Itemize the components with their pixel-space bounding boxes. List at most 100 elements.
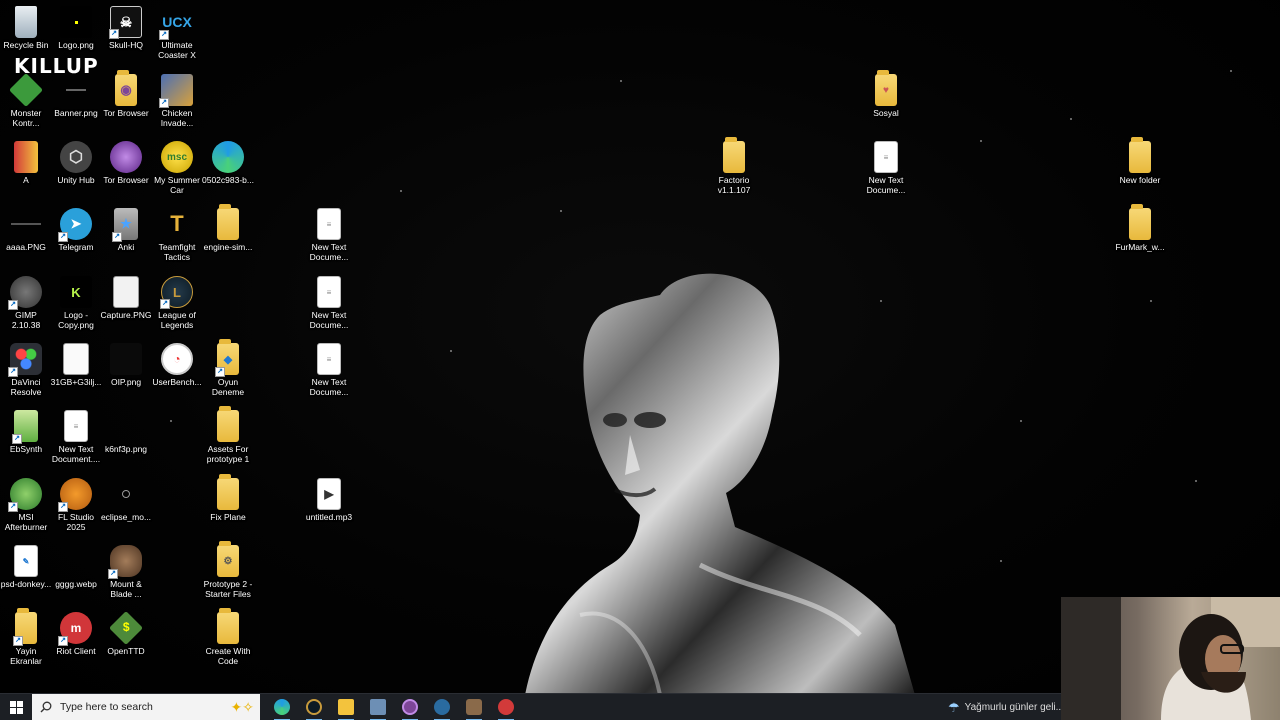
image-file-icon bbox=[10, 208, 42, 240]
desktop-icon-league-of-legends[interactable]: L ↗ League of Legends bbox=[151, 276, 203, 330]
desktop-icon-eclipse[interactable]: eclipse_mo... bbox=[100, 478, 152, 522]
taskbar-search-box[interactable]: Type here to search ✦✧ bbox=[32, 693, 260, 720]
desktop-icon-msi-afterburner[interactable]: ↗ MSI Afterburner bbox=[0, 478, 52, 532]
desktop-icon-riot-client[interactable]: m ↗ Riot Client bbox=[50, 612, 102, 656]
icon-label: FL Studio 2025 bbox=[57, 512, 95, 532]
desktop-icon-davinci-resolve[interactable]: ↗ DaVinci Resolve bbox=[0, 343, 52, 397]
icon-label: FurMark_w... bbox=[1115, 242, 1165, 252]
speedometer-icon: ◔ bbox=[161, 343, 193, 375]
desktop-icon-yayin-ekranlar[interactable]: ↗ Yayin Ekranlar bbox=[0, 608, 52, 666]
desktop-icon-telegram[interactable]: ➤ ↗ Telegram bbox=[50, 208, 102, 252]
desktop-icon-unity-hub[interactable]: ⬡ Unity Hub bbox=[50, 141, 102, 185]
desktop-icon-fix-plane[interactable]: Fix Plane bbox=[202, 474, 254, 522]
desktop-icon-new-text-document-2[interactable]: ≡ New Text Docume... bbox=[303, 276, 355, 330]
desktop-icon-create-with-code[interactable]: Create With Code bbox=[202, 608, 254, 666]
icon-label: engine-sim... bbox=[203, 242, 253, 252]
desktop-icon-gggg-webp[interactable]: gggg.webp bbox=[50, 545, 102, 589]
chicken-invaders-icon: ↗ bbox=[159, 74, 193, 108]
text-document-icon: ≡ bbox=[317, 343, 341, 375]
taskbar-tor[interactable] bbox=[394, 694, 426, 720]
icon-label: Monster Kontr... bbox=[10, 108, 42, 128]
icon-label: Yayin Ekranlar bbox=[10, 646, 42, 666]
desktop-icon-skull-hq[interactable]: ☠ ↗ Skull-HQ bbox=[100, 6, 152, 50]
taskbar-edge[interactable] bbox=[266, 694, 298, 720]
desktop-icon-userbench[interactable]: ◔ UserBench... bbox=[151, 343, 203, 387]
icon-label: Chicken Invade... bbox=[160, 108, 194, 128]
desktop-icon-31gb[interactable]: 31GB+G3ilj... bbox=[50, 343, 102, 387]
icon-label: DaVinci Resolve bbox=[10, 377, 42, 397]
taskbar-league[interactable] bbox=[298, 694, 330, 720]
desktop-icon-assets-for-prototype-1[interactable]: Assets For prototype 1 bbox=[202, 406, 254, 464]
desktop-icon-chicken-invaders[interactable]: ↗ Chicken Invade... bbox=[151, 74, 203, 128]
desktop-icon-logo-copy[interactable]: K Logo - Copy.png bbox=[50, 276, 102, 330]
folder-icon: ⚙ bbox=[217, 541, 239, 577]
desktop-icon-aaaa-png[interactable]: aaaa.PNG bbox=[0, 208, 52, 252]
desktop-icon-psd-donkey[interactable]: ✎ psd-donkey... bbox=[0, 545, 52, 589]
desktop-icon-prototype-2[interactable]: ⚙ Prototype 2 - Starter Files bbox=[202, 541, 254, 599]
desktop-icon-tor-browser-2[interactable]: Tor Browser bbox=[100, 141, 152, 185]
folder-icon: ◆ ↗ bbox=[215, 339, 239, 377]
desktop-icon-a[interactable]: A bbox=[0, 141, 52, 185]
desktop-icon-gimp[interactable]: ↗ GIMP 2.10.38 bbox=[0, 276, 52, 330]
desktop-icon-new-text-document-5[interactable]: ≡ New Text Docume... bbox=[860, 141, 912, 195]
desktop-icon-0502c983[interactable]: 0502c983-b... bbox=[202, 141, 254, 185]
gimp-icon: ↗ bbox=[8, 276, 42, 310]
taskbar-photos[interactable] bbox=[362, 694, 394, 720]
text-document-icon: ≡ bbox=[317, 276, 341, 308]
desktop-icon-furmark[interactable]: FurMark_w... bbox=[1114, 204, 1166, 252]
text-document-icon: ≡ bbox=[317, 208, 341, 240]
desktop-icon-ebsynth[interactable]: ↗ EbSynth bbox=[0, 410, 52, 454]
taskbar-file-explorer[interactable] bbox=[330, 694, 362, 720]
desktop-icon-factorio[interactable]: Factorio v1.1.107 bbox=[708, 137, 760, 195]
icon-label: OIP.png bbox=[110, 377, 142, 387]
msi-afterburner-icon: ↗ bbox=[8, 478, 42, 512]
icon-label: League of Legends bbox=[158, 310, 196, 330]
icon-label: gggg.webp bbox=[55, 579, 97, 589]
icon-label: EbSynth bbox=[9, 444, 43, 454]
desktop-icon-teamfight-tactics[interactable]: T Teamfight Tactics bbox=[151, 208, 203, 262]
desktop-icon-logo-png[interactable]: Logo.png bbox=[50, 6, 102, 50]
desktop-icon-engine-sim[interactable]: engine-sim... bbox=[202, 204, 254, 252]
desktop-icon-new-folder[interactable]: New folder bbox=[1114, 137, 1166, 185]
desktop-icon-k6nf3p-png[interactable]: k6nf3p.png bbox=[100, 410, 152, 454]
desktop-icon-anki[interactable]: ★ ↗ Anki bbox=[100, 208, 152, 252]
image-file-icon: K bbox=[60, 276, 92, 308]
desktop-icon-new-text-document-3[interactable]: ≡ New Text Docume... bbox=[303, 343, 355, 397]
taskbar-red-app[interactable] bbox=[490, 694, 522, 720]
weather-widget[interactable]: ☂ Yağmurlu günler geli... bbox=[948, 694, 1064, 720]
monster-icon bbox=[9, 73, 43, 107]
desktop-icon-openttd[interactable]: $ OpenTTD bbox=[100, 611, 152, 656]
icon-label: New Text Docume... bbox=[309, 377, 349, 397]
start-button[interactable] bbox=[0, 694, 32, 720]
desktop-icon-new-text-document-1[interactable]: ≡ New Text Docume... bbox=[303, 208, 355, 262]
desktop-icon-mount-blade[interactable]: ↗ Mount & Blade ... bbox=[100, 545, 152, 599]
icon-label: psd-donkey... bbox=[0, 579, 52, 589]
icon-label: aaaa.PNG bbox=[6, 242, 46, 252]
desktop-icon-untitled-mp3[interactable]: ▶ untitled.mp3 bbox=[303, 478, 355, 522]
star bbox=[400, 190, 402, 192]
desktop-icon-oip-png[interactable]: OIP.png bbox=[100, 343, 152, 387]
desktop-icon-ultimate-coaster-x[interactable]: UCX ↗ Ultimate Coaster X bbox=[151, 6, 203, 60]
desktop-icon-new-text-document-4[interactable]: ≡ New Text Document.... bbox=[50, 410, 102, 464]
icon-label: Skull-HQ bbox=[108, 40, 143, 50]
webcam-person bbox=[1061, 597, 1280, 720]
desktop-icon-capture-png[interactable]: Capture.PNG bbox=[100, 276, 152, 320]
app-red-icon bbox=[498, 699, 514, 715]
desktop-icon-banner-png[interactable]: Banner.png bbox=[50, 74, 102, 118]
league-of-legends-icon: L ↗ bbox=[160, 276, 193, 309]
desktop-icon-oyun-deneme[interactable]: ◆ ↗ Oyun Deneme bbox=[202, 339, 254, 397]
image-file-icon bbox=[110, 410, 142, 442]
star bbox=[1000, 560, 1002, 562]
recycle-bin-icon bbox=[15, 6, 37, 38]
taskbar-steam[interactable] bbox=[426, 694, 458, 720]
desktop-icon-sosyal[interactable]: ♥ Sosyal bbox=[860, 70, 912, 118]
desktop-icon-my-summer-car[interactable]: msc My Summer Car bbox=[151, 141, 203, 195]
icon-label: GIMP 2.10.38 bbox=[11, 310, 41, 330]
desktop-icon-fl-studio[interactable]: ↗ FL Studio 2025 bbox=[50, 478, 102, 532]
desktop-icon-recycle-bin[interactable]: Recycle Bin bbox=[0, 6, 52, 50]
taskbar-mount-blade[interactable] bbox=[458, 694, 490, 720]
desktop-icon-tor-browser-1[interactable]: ◉ Tor Browser bbox=[100, 70, 152, 118]
edge-icon bbox=[212, 141, 244, 173]
image-file-icon bbox=[113, 276, 139, 308]
desktop-icon-monster-kontr[interactable]: Monster Kontr... bbox=[0, 73, 52, 128]
